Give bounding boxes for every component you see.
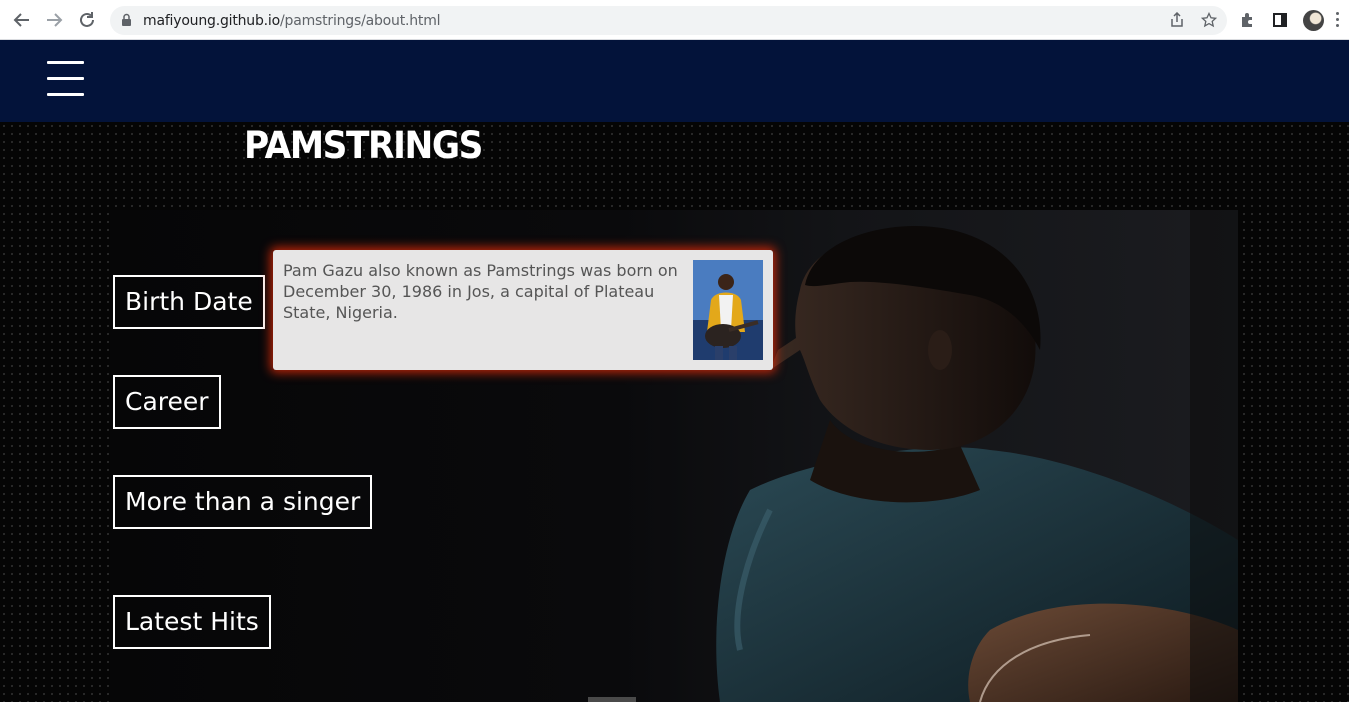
- birth-date-button[interactable]: Birth Date: [113, 275, 265, 329]
- site-header: [0, 40, 1349, 122]
- back-button[interactable]: [11, 9, 33, 31]
- pamstrings-logo-graphic: PAMSTRINGS: [244, 124, 484, 167]
- reload-button[interactable]: [76, 9, 98, 31]
- horizontal-scrollbar[interactable]: [588, 697, 636, 702]
- more-than-a-singer-button[interactable]: More than a singer: [113, 475, 373, 529]
- hamburger-menu-icon[interactable]: [47, 61, 84, 97]
- singer-guitar-thumbnail: [693, 260, 763, 360]
- extensions-puzzle-icon[interactable]: [1239, 11, 1257, 29]
- site-logo: PAMSTRINGS: [244, 122, 484, 168]
- browser-toolbar: mafiyoung.github.io/pamstrings/about.htm…: [0, 0, 1349, 40]
- logo-text: PAMSTRINGS: [244, 124, 482, 167]
- url-text: mafiyoung.github.io/pamstrings/about.htm…: [143, 13, 441, 29]
- url-host: mafiyoung.github.io: [143, 13, 280, 29]
- arrow-left-icon: [13, 13, 29, 27]
- side-panel-icon[interactable]: [1271, 11, 1289, 29]
- birth-info-text: Pam Gazu also known as Pamstrings was bo…: [283, 261, 678, 322]
- career-button[interactable]: Career: [113, 375, 221, 429]
- share-icon[interactable]: [1168, 11, 1186, 30]
- lock-icon: [122, 13, 131, 26]
- profile-avatar[interactable]: [1303, 10, 1324, 31]
- forward-button[interactable]: [43, 9, 65, 31]
- about-section: PAMSTRINGS Birth Date Career More than a…: [0, 122, 1349, 702]
- arrow-right-icon: [47, 13, 63, 27]
- address-bar[interactable]: mafiyoung.github.io/pamstrings/about.htm…: [110, 6, 1227, 35]
- birth-info-card: Pam Gazu also known as Pamstrings was bo…: [273, 250, 773, 370]
- more-menu-icon[interactable]: [1336, 12, 1340, 28]
- url-path: /pamstrings/about.html: [279, 13, 441, 29]
- reload-icon: [80, 12, 94, 27]
- bookmark-star-icon[interactable]: [1200, 11, 1218, 30]
- latest-hits-button[interactable]: Latest Hits: [113, 595, 271, 649]
